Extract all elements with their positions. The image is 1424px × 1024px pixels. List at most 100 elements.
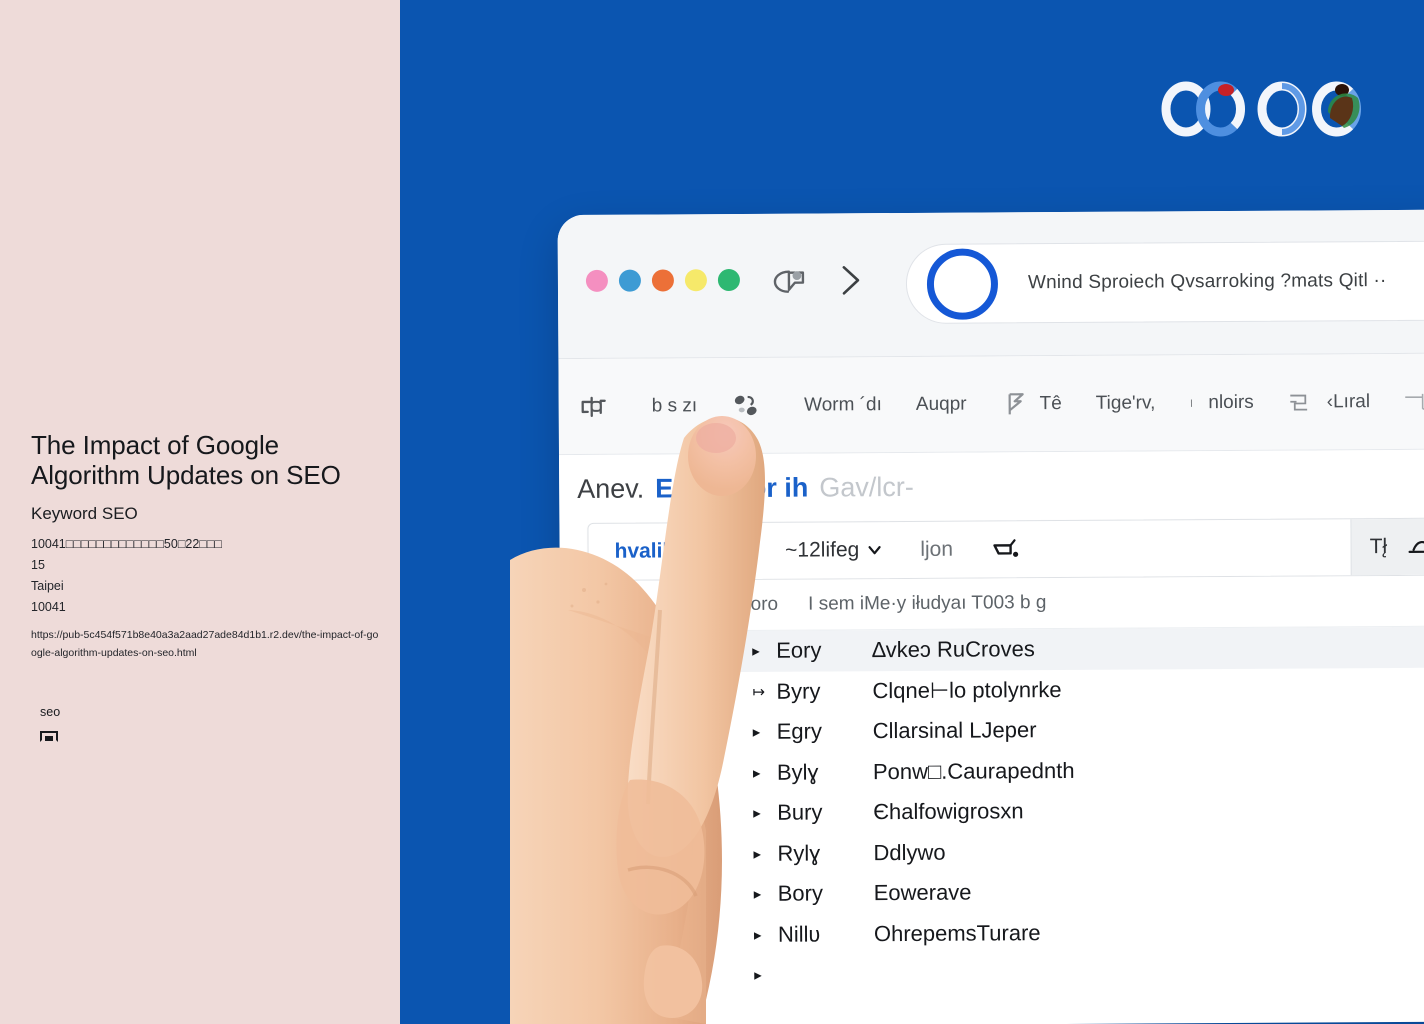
category-bar[interactable]: b s zı Worm ´dı Auqpr Tê Tige'rv, nloirs… <box>558 352 1424 456</box>
toolbar-export[interactable]: Excietonı <box>1407 534 1424 559</box>
hero-stage: Wnind Sproiech Qvsarroking ?mats Qitl ··… <box>400 0 1424 1024</box>
back-arrow-icon[interactable] <box>773 266 813 298</box>
cell-short: Bory <box>777 880 824 907</box>
cell-trend-icon: ▸ <box>754 967 762 985</box>
chevron-down-icon[interactable] <box>866 542 882 558</box>
filter-glyph[interactable] <box>991 537 1025 561</box>
address-bar[interactable]: Wnind Sproiech Qvsarroking ?mats Qitl ·· <box>905 239 1424 324</box>
article-block: The Impact of Google Algorithm Updates o… <box>31 430 383 662</box>
apps-grid-icon <box>581 396 606 417</box>
search-ring-icon <box>926 247 999 320</box>
article-subtitle: Keyword SEO <box>31 504 138 523</box>
category-item-news[interactable]: b s zı <box>652 395 698 417</box>
chevron-right-icon[interactable] <box>836 263 864 297</box>
address-input[interactable]: Wnind Sproiech Qvsarroking ?mats Qitl ·· <box>1028 270 1387 294</box>
cell-label <box>874 970 1424 974</box>
meta-address: 10041□□□□□□□□□□□□□50□22□□□ <box>31 537 222 551</box>
table-row[interactable]: S0 00Ħ ▸ Nillʋ OhrepemsTurare <box>562 909 1424 956</box>
heading-suffix: Gav/lcr‐ <box>819 471 914 502</box>
column-header-0[interactable]: Hly oun‡ <box>632 594 707 616</box>
category-item-worm[interactable]: Worm ´dı <box>804 394 882 416</box>
cell-label: Ponw□.Caurapednth <box>872 757 1075 784</box>
result-heading: Anev. Eaycaoor ih Gav/lcr‐ <box>558 448 1424 524</box>
export-icon <box>1408 540 1424 553</box>
category-label: nloirs <box>1208 391 1254 413</box>
cell-metric: 8Ħ 00Ħ <box>634 962 708 988</box>
category-label: Tige'rv, <box>1095 391 1156 414</box>
cell-short: Rylɣ <box>777 840 821 866</box>
cell-short: Nillʋ <box>777 921 821 947</box>
filter-primary[interactable]: hvalih <box>615 539 676 563</box>
panel-icon <box>1405 393 1424 410</box>
window-dot-5[interactable] <box>717 268 740 292</box>
cell-label: OhrepemsTurare <box>873 919 1041 946</box>
cell-short <box>778 974 874 975</box>
category-label: Tê <box>1039 392 1062 414</box>
article-url[interactable]: https://pub-5c454f571b8e40a3a2aad27ade84… <box>31 626 383 662</box>
column-header-2[interactable]: I sem iMe·y iłudyaı T003 b ɡ <box>808 592 1046 615</box>
table-row[interactable]: 17 00Ħ ▸ Rylɣ Ddlywo <box>561 828 1424 875</box>
cell-short: Bylɣ <box>776 759 819 785</box>
results-table: 68 00Ħ ▸ Eory ∆vkeɔ RuCroves 13 00Ħ ↦ By… <box>560 625 1424 997</box>
cell-metric: 8I 00Ħ <box>632 719 697 745</box>
table-row[interactable]: 32 00Ħ ▸ Bory Eowerave <box>562 869 1424 916</box>
filter-dropdown-label: ~12lifeg <box>785 538 860 562</box>
category-item-tigerv[interactable]: Tige'rv, <box>1096 392 1156 414</box>
table-row[interactable]: 8I 00Ħ ▸ Egry Cllarsinal LJeper <box>561 707 1424 754</box>
tag-label: seo <box>40 705 61 719</box>
filter-toolbar[interactable]: hvalih Isıb ~12lifeg ljon Tł̨ <box>587 517 1424 581</box>
heading-prefix: Anev. <box>577 473 645 504</box>
category-item-klral[interactable]: ‹Lıral <box>1288 389 1370 416</box>
filter-third[interactable]: ljon <box>920 538 953 562</box>
category-item-images[interactable] <box>731 392 770 418</box>
meta-number: 15 <box>31 558 45 572</box>
filter-secondary[interactable]: Isıb <box>713 539 747 563</box>
cell-trend-icon: ▸ <box>753 845 762 863</box>
cell-trend-icon: ▸ <box>752 643 760 661</box>
category-item-auqpr[interactable]: Auqpr <box>916 393 967 415</box>
cell-label: Ddlywo <box>873 839 946 865</box>
meta-city: Taipei <box>31 579 64 593</box>
toolbar-right-label[interactable]: Tł̨ <box>1370 535 1388 559</box>
cell-metric: 17 00Ħ <box>633 840 704 867</box>
cell-label: Eowerave <box>873 879 972 906</box>
chart-icon <box>1290 394 1308 411</box>
cell-label: Єhalfowigrosxn <box>873 798 1024 825</box>
window-controls[interactable] <box>585 268 740 292</box>
table-row[interactable]: 68 00Ħ ▸ Eory ∆vkeɔ RuCroves <box>560 625 1424 673</box>
column-header-1[interactable]: Roro <box>737 594 778 616</box>
cell-short: Byry <box>776 678 821 704</box>
page-title: The Impact of Google Algorithm Updates o… <box>31 430 341 490</box>
cell-short: Eory <box>776 637 822 664</box>
browser-chrome-bar: Wnind Sproiech Qvsarroking ?mats Qitl ·· <box>557 208 1424 360</box>
category-item-nloirs[interactable]: nloirs <box>1189 389 1254 415</box>
cell-metric: S0 00Ħ <box>633 921 707 948</box>
table-row[interactable]: 8Ħ 00Ħ ▸ <box>562 950 1424 997</box>
cell-metric: 13 00Ħ <box>632 678 703 705</box>
cell-metric: 68 00Ħ <box>632 638 703 664</box>
cell-trend-icon: ▸ <box>753 886 762 904</box>
table-row[interactable]: 13 00Ħ ↦ Byry Clqne⊢lo ptolynrke <box>560 666 1424 713</box>
window-dot-2[interactable] <box>618 269 641 292</box>
window-dot-4[interactable] <box>684 269 707 292</box>
google-wordmark-logo <box>1161 81 1362 137</box>
category-item-te[interactable]: Tê <box>1000 391 1062 417</box>
toolbar-right-group[interactable]: Tł̨ Excietonı <box>1350 518 1424 576</box>
cell-label: ∆vkeɔ RuCroves <box>872 636 1035 663</box>
cell-label: Cllarsinal LJeper <box>872 717 1037 744</box>
flag-icon <box>1008 392 1024 414</box>
cell-metric: 80 00Ħ <box>632 759 703 786</box>
column-header-row: Hly oun‡ Roro I sem iMe·y iłudyaı T003 b… <box>559 574 1424 633</box>
cell-trend-icon: ↦ <box>752 683 766 701</box>
cell-label: Clqne⊢lo ptolynrke <box>872 676 1062 703</box>
table-row[interactable]: Ƃ2 00Ħ ▸ Bury Єhalfowigrosxn <box>561 788 1424 835</box>
window-dot-1[interactable] <box>585 269 608 292</box>
images-icon <box>735 395 757 415</box>
category-label: ‹Lıral <box>1326 390 1371 412</box>
window-dot-3[interactable] <box>651 269 674 292</box>
filter-dropdown[interactable]: ~12lifeg <box>785 538 882 563</box>
table-row[interactable]: 80 00Ħ ▸ Bylɣ Ponw□.Caurapednth <box>561 747 1424 794</box>
category-item-apps[interactable] <box>579 393 618 419</box>
browser-window: Wnind Sproiech Qvsarroking ?mats Qitl ··… <box>557 208 1424 1024</box>
category-item-panel[interactable] <box>1404 388 1424 414</box>
